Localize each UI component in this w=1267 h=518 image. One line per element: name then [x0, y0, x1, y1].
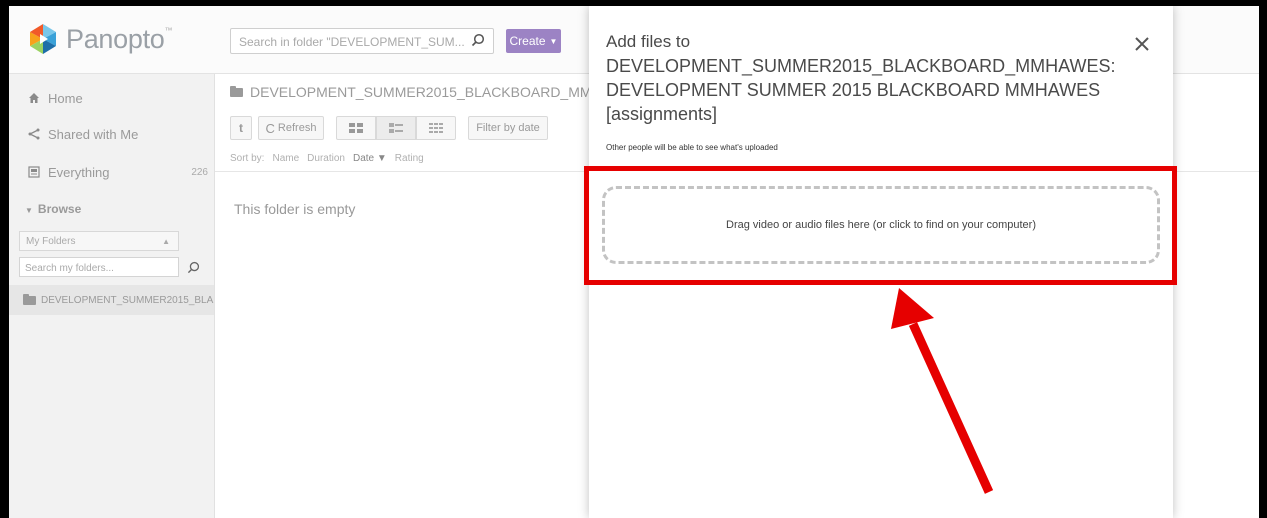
my-folders-search-input[interactable] [23, 259, 177, 278]
view-toggle-group [336, 116, 456, 140]
sidebar-item-home[interactable]: Home [9, 80, 214, 116]
breadcrumb-folder-name: DEVELOPMENT_SUMMER2015_BLACKBOARD_MMHAV [250, 84, 620, 100]
detail-view-button[interactable] [376, 116, 416, 140]
sidebar-item-label: Shared with Me [48, 126, 139, 142]
highlight-box [584, 166, 1177, 285]
filter-by-date-label: Filter by date [476, 122, 540, 134]
sidebar-item-label: Everything [48, 164, 110, 180]
refresh-icon: C [265, 120, 275, 136]
logo-trademark: ™ [164, 25, 173, 35]
sidebar-item-everything[interactable]: Everything 226 [9, 154, 214, 190]
home-icon [27, 91, 41, 105]
thumbnail-view-button[interactable] [336, 116, 376, 140]
panopto-logo-icon [30, 24, 56, 54]
folder-search-box[interactable] [230, 28, 494, 54]
browse-label: Browse [37, 202, 82, 216]
refresh-label: Refresh [277, 122, 317, 134]
rss-button[interactable]: t [230, 116, 252, 140]
dialog-subtitle: Other people will be able to see what's … [606, 143, 778, 152]
detail-view-icon [389, 123, 403, 133]
select-arrows-icon: ▲ [162, 236, 170, 246]
toolbar: t C Refresh Filter by date [230, 116, 548, 140]
folder-list-item-label: DEVELOPMENT_SUMMER2015_BLA [41, 294, 214, 306]
sort-option-date[interactable]: Date ▼ [353, 153, 387, 164]
dialog-title: Add files to DEVELOPMENT_SUMMER2015_BLAC… [606, 30, 1116, 126]
divider [215, 171, 595, 172]
empty-folder-message: This folder is empty [234, 201, 356, 217]
share-icon [27, 127, 41, 141]
sidebar-item-label: Home [48, 90, 83, 106]
refresh-button[interactable]: C Refresh [258, 116, 324, 140]
breadcrumb: DEVELOPMENT_SUMMER2015_BLACKBOARD_MMHAV [230, 84, 619, 100]
folder-search-input[interactable] [237, 30, 466, 54]
sort-option-name[interactable]: Name [272, 153, 299, 164]
rss-icon: t [239, 121, 243, 135]
app-window: Panopto ™ Create ▼ Home Shared with [9, 6, 1259, 518]
sort-option-rating[interactable]: Rating [395, 153, 424, 164]
list-view-icon [429, 123, 443, 133]
browse-section-header[interactable]: ▼ Browse [25, 202, 81, 216]
sort-option-duration[interactable]: Duration [307, 153, 345, 164]
sidebar: Home Shared with Me Everything 226 ▼ Brow… [9, 74, 215, 518]
grid-view-icon [349, 123, 363, 133]
close-icon[interactable] [1132, 34, 1152, 54]
folder-scope-select[interactable]: My Folders ▲ [19, 231, 179, 251]
search-icon[interactable] [471, 33, 485, 47]
logo-text: Panopto [66, 23, 165, 54]
folder-scope-value: My Folders [26, 235, 76, 247]
chevron-down-icon: ▼ [549, 36, 558, 46]
filter-by-date-button[interactable]: Filter by date [468, 116, 548, 140]
sidebar-item-shared[interactable]: Shared with Me [9, 116, 214, 152]
dialog-title-line: DEVELOPMENT_SUMMER2015_BLACKBOARD_MMHAWE… [606, 56, 1116, 76]
dialog-title-line: DEVELOPMENT SUMMER 2015 BLACKBOARD MMHAW… [606, 80, 1101, 100]
chevron-down-icon: ▼ [25, 206, 33, 215]
sort-bar: Sort by: Name Duration Date ▼ Rating [230, 153, 424, 164]
list-view-button[interactable] [416, 116, 456, 140]
dialog-title-line: [assignments] [606, 104, 718, 124]
folder-list-item[interactable]: DEVELOPMENT_SUMMER2015_BLA [9, 285, 214, 315]
create-button[interactable]: Create ▼ [506, 29, 561, 53]
divider [1174, 171, 1259, 172]
sort-label: Sort by: [230, 153, 265, 164]
folder-icon [230, 85, 243, 97]
everything-count: 226 [191, 166, 208, 178]
dialog-title-line: Add files to [606, 32, 691, 51]
folder-icon [23, 293, 36, 305]
folder-search-field[interactable] [19, 257, 179, 278]
everything-icon [27, 165, 41, 179]
search-icon[interactable] [187, 261, 200, 274]
panopto-logo[interactable]: Panopto ™ [26, 21, 173, 57]
create-button-label: Create [509, 34, 546, 48]
